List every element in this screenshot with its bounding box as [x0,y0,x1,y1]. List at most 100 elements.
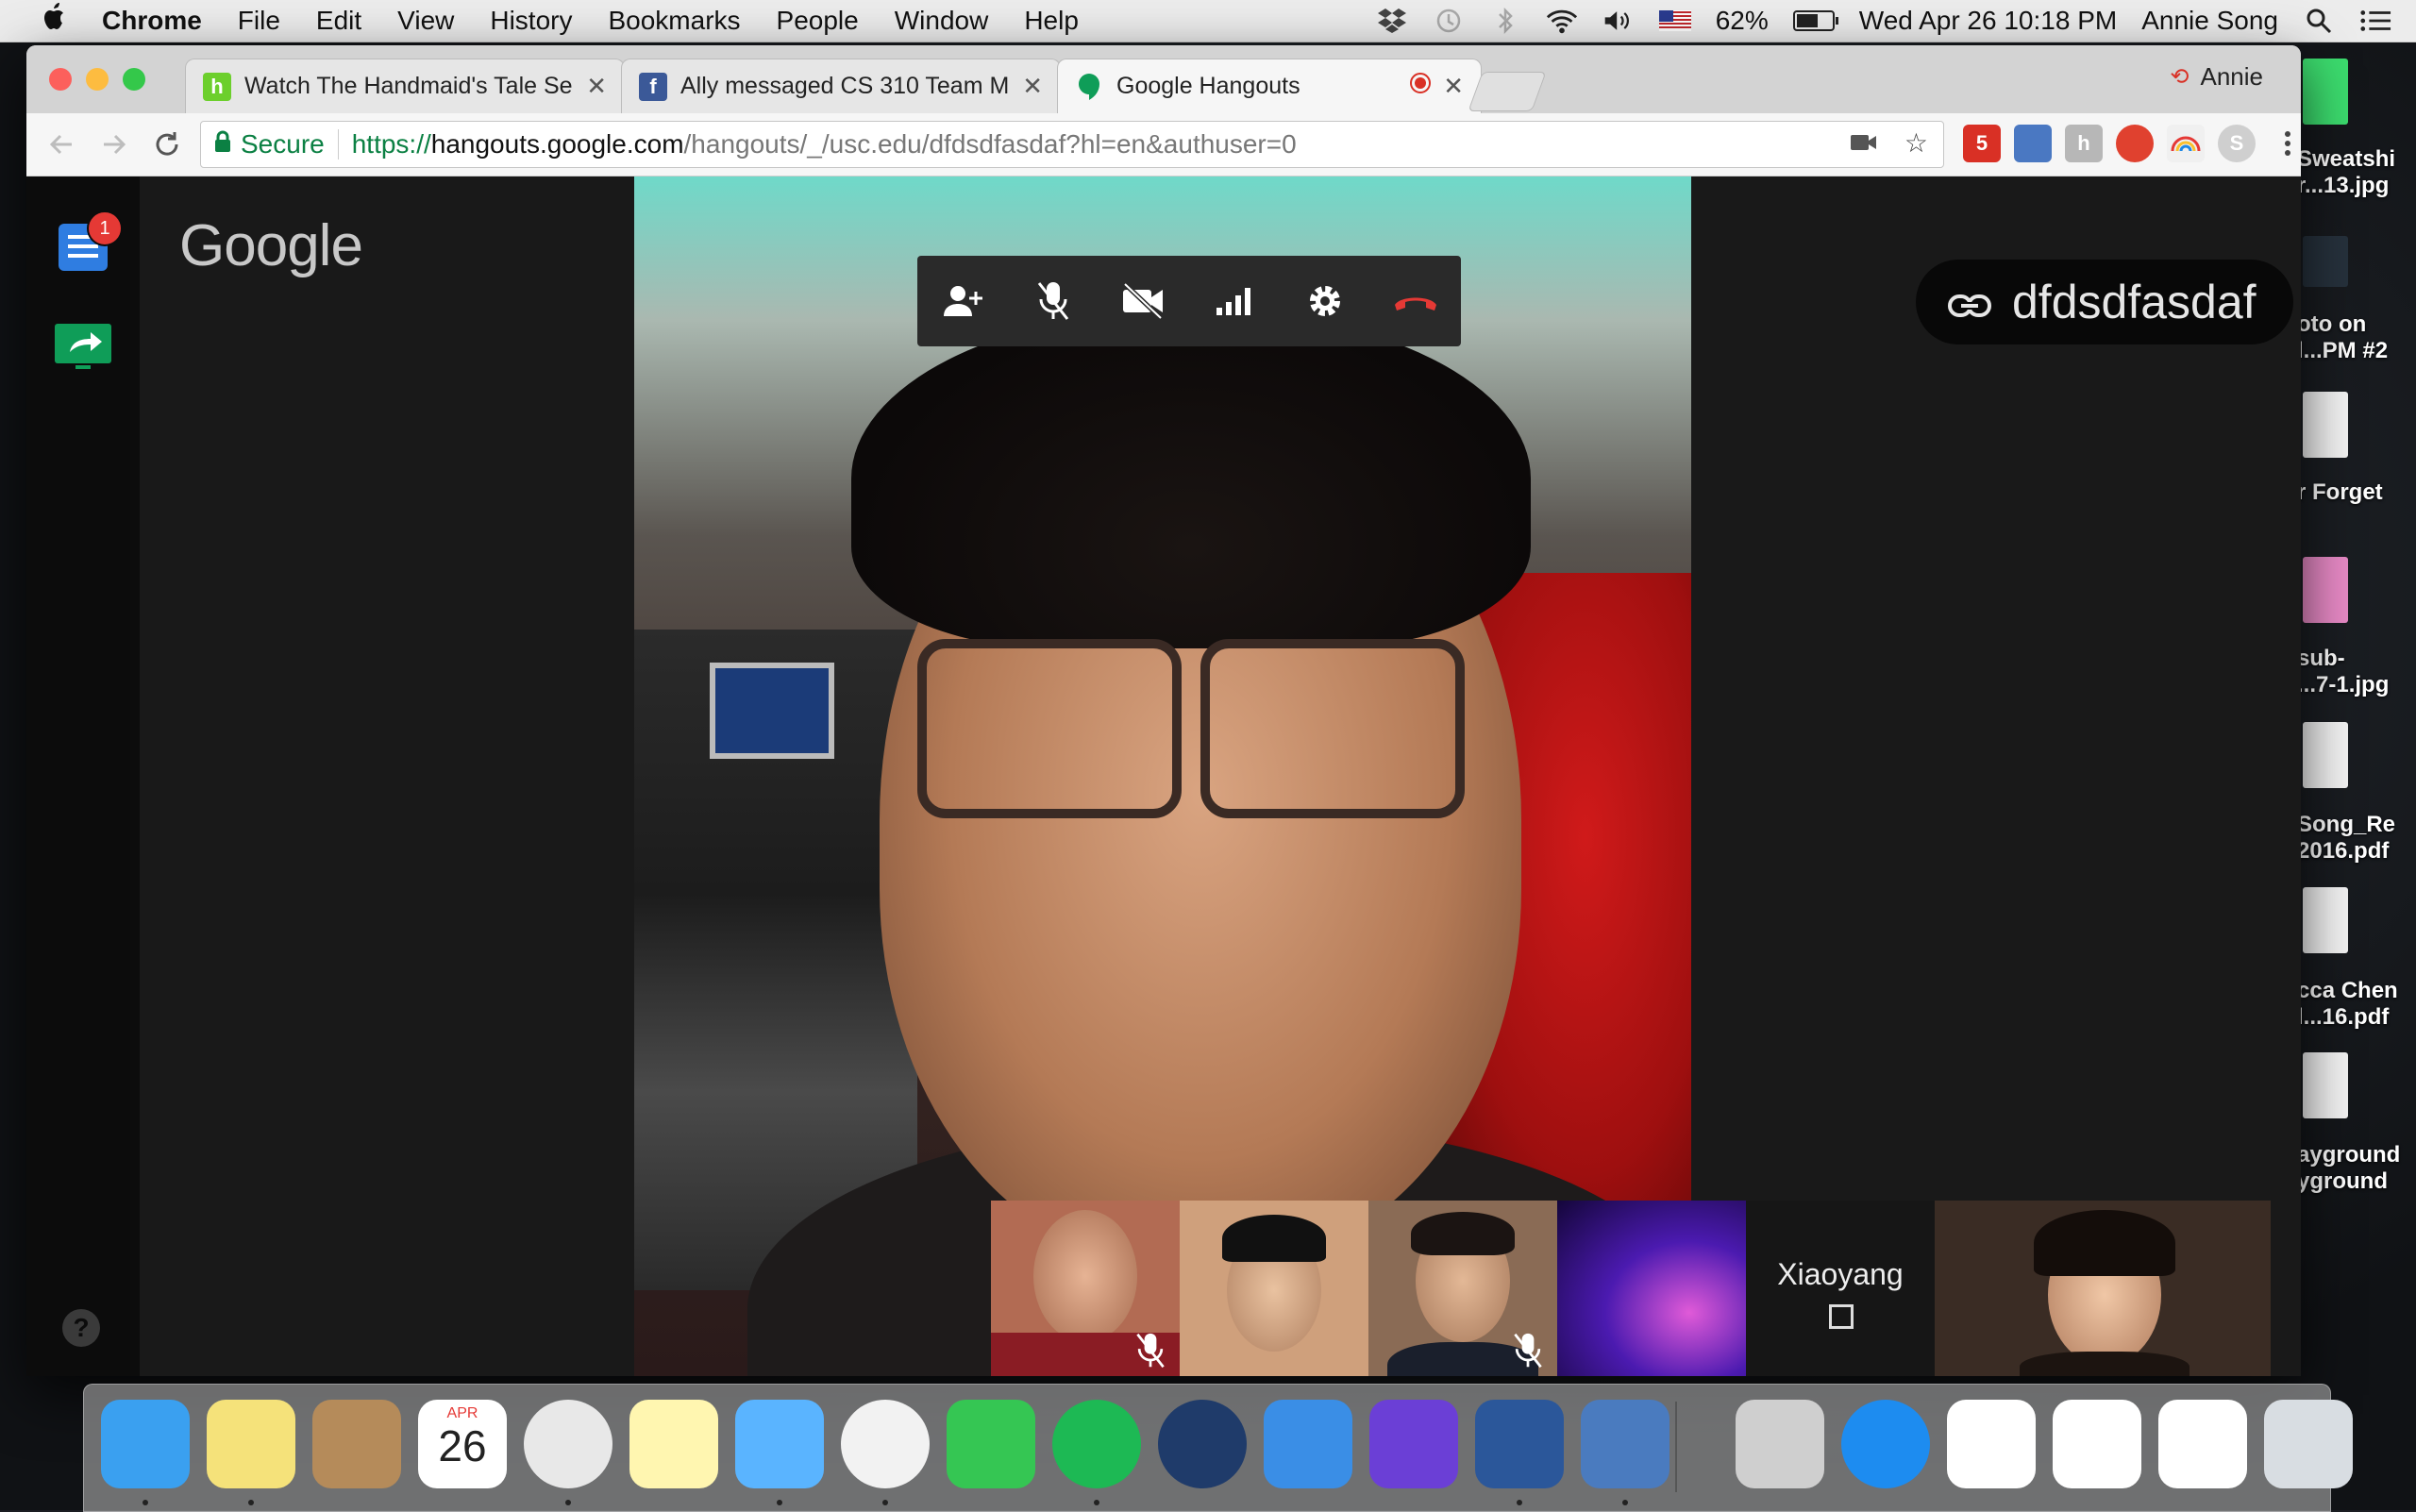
desktop-file-5[interactable]: Song_Re 2016.pdf [2297,812,2416,865]
help-icon[interactable]: ? [62,1309,100,1347]
participant-tile-self[interactable] [1935,1201,2271,1376]
secure-label[interactable]: Secure [241,129,325,160]
dropbox-icon[interactable] [1376,7,1408,35]
desktop-file-3[interactable]: r Forget [2297,479,2416,506]
meeting-link-chip[interactable]: dfdsdfasdaf [1916,260,2293,344]
imovie-icon[interactable] [1369,1400,1458,1488]
address-bar[interactable]: Secure https:// hangouts.google.com /han… [200,121,1944,168]
sourcetree-icon[interactable] [1158,1400,1247,1488]
ext-h-icon[interactable]: h [2065,125,2103,162]
desktop-file-7[interactable]: ayground yground [2297,1142,2416,1195]
profile-button[interactable]: ⟲ Annie [2170,62,2263,92]
participant-tile[interactable] [991,1201,1180,1376]
stickies-icon[interactable] [207,1400,295,1488]
chrome-icon[interactable] [524,1400,612,1488]
gmail-ext-icon[interactable]: 5 [1963,125,2001,162]
finder-icon[interactable] [101,1400,190,1488]
spotlight-icon[interactable] [2303,7,2335,35]
wifi-icon[interactable] [1546,7,1578,35]
doc-chrome-icon[interactable] [2053,1400,2141,1488]
tab-close-icon[interactable]: ✕ [1443,72,1464,101]
screen-share-icon[interactable] [55,324,111,369]
desktop-file-thumb-4[interactable] [2303,557,2348,623]
desktop-file-thumb-5[interactable] [2303,722,2348,788]
close-window-button[interactable] [49,68,72,91]
messages-icon[interactable] [735,1400,824,1488]
tab-hulu[interactable]: h Watch The Handmaid's Tale Se ✕ [185,59,625,113]
menu-window[interactable]: Window [895,6,989,36]
forward-button[interactable] [92,123,136,166]
desktop-file-1[interactable]: Sweatshi r...13.jpg [2297,146,2416,199]
tab-hangouts[interactable]: Google Hangouts ✕ [1057,59,1482,113]
menu-bookmarks[interactable]: Bookmarks [608,6,740,36]
desktop-file-6[interactable]: cca Chen l...16.pdf [2297,978,2416,1031]
add-person-button[interactable] [936,275,989,328]
time-machine-icon[interactable] [1433,7,1465,35]
back-button[interactable] [40,123,83,166]
participant-tile[interactable] [1557,1201,1746,1376]
tab-close-icon[interactable]: ✕ [586,72,607,101]
settings-gear-icon[interactable] [1299,275,1351,328]
new-tab-button[interactable] [1468,72,1547,111]
main-video-feed[interactable] [634,176,1691,1376]
desktop-file-thumb-6[interactable] [2303,887,2348,953]
menu-people[interactable]: People [777,6,859,36]
trash-icon[interactable] [2264,1400,2353,1488]
signal-strength-icon[interactable] [1208,275,1261,328]
ext-red-icon[interactable] [2116,125,2154,162]
notes-icon[interactable] [629,1400,718,1488]
menu-edit[interactable]: Edit [316,6,361,36]
hang-up-button[interactable] [1389,275,1442,328]
skype-ext-icon[interactable]: S [2218,125,2256,162]
menu-file[interactable]: File [238,6,280,36]
tab-close-icon[interactable]: ✕ [1022,72,1043,101]
desktop-file-label: oto on [2297,311,2367,337]
contacts-icon[interactable] [312,1400,401,1488]
word-icon[interactable] [1475,1400,1564,1488]
app-store-icon[interactable] [1841,1400,1930,1488]
bookmark-star-icon[interactable]: ☆ [1904,127,1928,159]
doc-chrome2-icon[interactable] [2158,1400,2247,1488]
tab-facebook[interactable]: f Ally messaged CS 310 Team M ✕ [621,59,1061,113]
reload-button[interactable] [145,123,189,166]
participant-tile[interactable] [1180,1201,1368,1376]
menu-help[interactable]: Help [1024,6,1079,36]
desktop-file-thumb-3[interactable] [2303,392,2348,458]
calendar-icon[interactable] [418,1400,507,1488]
photos-icon[interactable] [841,1400,930,1488]
rainbow-ext-icon[interactable] [2167,125,2205,162]
menu-view[interactable]: View [397,6,454,36]
camera-permission-icon[interactable] [1850,128,1878,159]
lock-icon[interactable] [214,130,231,160]
clock[interactable]: Wed Apr 26 10:18 PM [1859,6,2117,36]
participant-tile[interactable]: Xiaoyang [1746,1201,1935,1376]
bluetooth-icon[interactable] [1489,7,1521,35]
volume-icon[interactable] [1602,7,1635,35]
desktop-file-4[interactable]: sub- ...7-1.jpg [2297,646,2416,698]
zoom-window-button[interactable] [123,68,145,91]
us-flag-icon[interactable] [1658,7,1691,35]
download-ext-icon[interactable] [2014,125,2052,162]
chrome-menu-icon[interactable] [2269,125,2301,162]
desktop-file-thumb-7[interactable] [2303,1052,2348,1118]
menu-app-name[interactable]: Chrome [102,6,202,36]
notification-center-icon[interactable] [2359,7,2391,35]
apple-menu-icon[interactable] [36,3,74,39]
doc-word-icon[interactable] [1947,1400,2036,1488]
facetime-icon[interactable] [947,1400,1035,1488]
minimize-window-button[interactable] [86,68,109,91]
virtualbox-icon[interactable] [1581,1400,1669,1488]
xcode-icon[interactable] [1264,1400,1352,1488]
camera-off-button[interactable] [1117,275,1170,328]
spotify-icon[interactable] [1052,1400,1141,1488]
participant-tile[interactable] [1368,1201,1557,1376]
desktop-file-2[interactable]: oto on l...PM #2 [2297,311,2416,364]
link-icon [1948,275,1991,329]
user-name[interactable]: Annie Song [2141,6,2278,36]
mute-microphone-button[interactable] [1027,275,1080,328]
desktop-file-thumb-2[interactable] [2303,236,2348,287]
photo-stack-icon[interactable] [1736,1400,1824,1488]
desktop-file-thumb-1[interactable] [2303,59,2348,125]
battery-icon[interactable] [1792,10,1838,31]
menu-history[interactable]: History [490,6,572,36]
